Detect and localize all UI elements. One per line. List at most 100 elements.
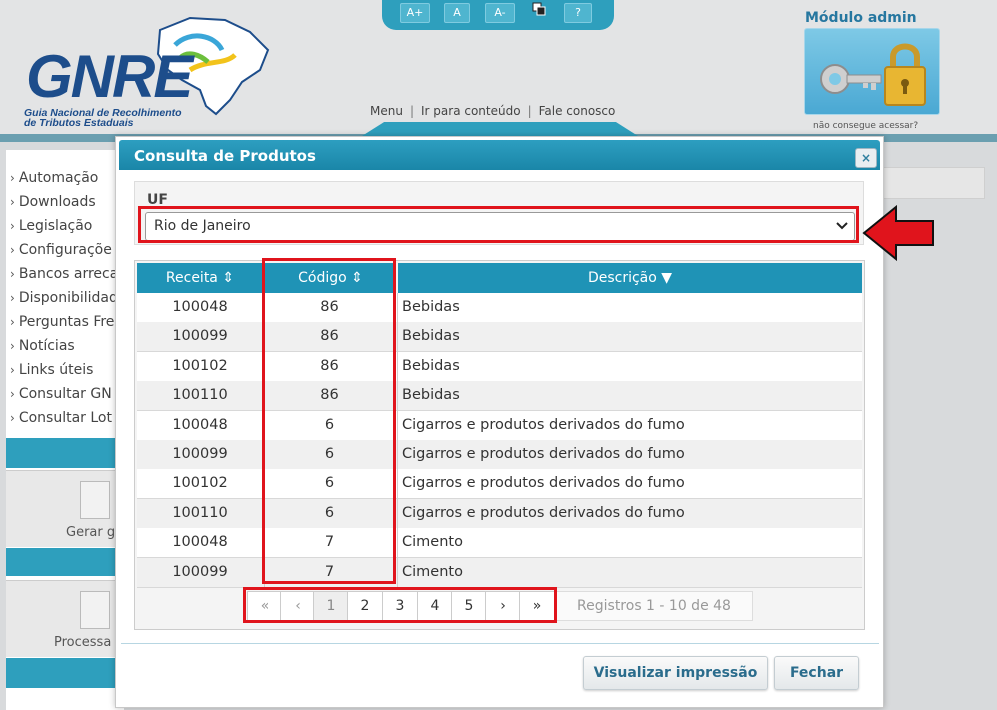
cell-descricao: Cigarros e produtos derivados do fumo	[402, 505, 685, 521]
cell-receita: 100102	[172, 358, 228, 374]
products-table: Receita ⇕ Código ⇕ Descrição ▼ 100048 86 B…	[134, 260, 865, 630]
header-tab-decoration	[362, 122, 638, 136]
chevron-right-icon: ›	[10, 171, 15, 185]
cell-receita: 100110	[172, 505, 228, 521]
dialog-header: Consulta de Produtos ×	[119, 140, 880, 170]
chevron-right-icon: ›	[10, 315, 15, 329]
cell-descricao: Cigarros e produtos derivados do fumo	[402, 417, 685, 433]
sort-desc-icon: ▼	[661, 270, 673, 286]
dialog-title: Consulta de Produtos	[134, 147, 316, 165]
print-preview-button[interactable]: Visualizar impressão	[583, 656, 768, 690]
sidebar-band	[6, 658, 124, 688]
gnre-logo[interactable]: GNRE Guia Nacional de Recolhimento de Tr…	[20, 10, 280, 135]
sidebar-item-legislacao[interactable]: › Legislação	[10, 218, 92, 234]
cell-descricao: Bebidas	[402, 328, 460, 344]
cell-receita: 100110	[172, 387, 228, 403]
column-header-label: Receita	[165, 270, 218, 286]
table-row[interactable]: 100110 6 Cigarros e produtos derivados do …	[137, 499, 862, 529]
table-row[interactable]: 100099 86 Bebidas	[137, 322, 862, 352]
highlight-pagination	[243, 587, 557, 623]
table-row[interactable]: 100099 6 Cigarros e produtos derivados do …	[137, 440, 862, 470]
admin-help-link[interactable]: não consegue acessar?	[813, 121, 918, 131]
close-icon[interactable]: ×	[855, 148, 877, 168]
sidebar-item-disponibilidade[interactable]: › Disponibilidad	[10, 290, 118, 306]
sidebar-item-automacao[interactable]: › Automação	[10, 170, 98, 186]
chevron-right-icon: ›	[10, 339, 15, 353]
close-button[interactable]: Fechar	[774, 656, 859, 690]
red-arrow-icon	[862, 205, 934, 261]
sidebar-item-bancos[interactable]: › Bancos arreca	[10, 266, 118, 282]
sidebar-item-downloads[interactable]: › Downloads	[10, 194, 96, 210]
table-row[interactable]: 100110 86 Bebidas	[137, 381, 862, 411]
increase-font-button[interactable]: A+	[400, 3, 430, 23]
contact-link[interactable]: Fale conosco	[539, 104, 616, 118]
sidebar-card-processar[interactable]: Processa	[6, 580, 124, 657]
sidebar-item-label: Legislação	[18, 218, 93, 234]
sidebar-item-label: Links úteis	[18, 362, 94, 378]
chevron-right-icon: ›	[10, 267, 15, 281]
cell-receita: 100048	[172, 417, 228, 433]
sidebar-item-label: Perguntas Fre	[18, 314, 115, 330]
sidebar-item-label: Notícias	[18, 338, 75, 354]
sidebar-band	[6, 548, 124, 576]
cell-descricao: Cigarros e produtos derivados do fumo	[402, 475, 685, 491]
sidebar-item-consultar-gnre[interactable]: › Consultar GN	[10, 386, 112, 402]
highlight-codigo-column	[262, 258, 396, 584]
table-row[interactable]: 100048 6 Cigarros e produtos derivados do …	[137, 411, 862, 441]
sidebar-card-gerar[interactable]: Gerar g	[6, 470, 124, 547]
cell-receita: 100099	[172, 328, 228, 344]
contrast-icon[interactable]	[532, 2, 546, 16]
chevron-right-icon: ›	[10, 243, 15, 257]
cell-receita: 100102	[172, 475, 228, 491]
cell-descricao: Bebidas	[402, 358, 460, 374]
content-bar	[880, 167, 985, 199]
column-header-receita[interactable]: Receita ⇕	[137, 263, 263, 293]
sidebar-item-links[interactable]: › Links úteis	[10, 362, 93, 378]
column-header-descricao[interactable]: Descrição ▼	[398, 263, 862, 293]
chevron-right-icon: ›	[10, 291, 15, 305]
table-row[interactable]: 100099 7 Cimento	[137, 558, 862, 588]
cell-receita: 100099	[172, 446, 228, 462]
help-button[interactable]: ?	[564, 3, 592, 23]
cell-receita: 100048	[172, 534, 228, 550]
logo-subtitle-line-2: de Tributos Estaduais	[24, 117, 134, 129]
table-row[interactable]: 100102 86 Bebidas	[137, 352, 862, 382]
cell-descricao: Cimento	[402, 564, 463, 580]
sidebar-item-label: Configuraçõe	[18, 242, 112, 258]
key-lock-icon	[820, 43, 926, 106]
menu-link[interactable]: Menu	[370, 104, 403, 118]
link-separator: |	[527, 104, 532, 118]
document-icon	[80, 481, 110, 519]
link-separator: |	[409, 104, 414, 118]
cell-receita: 100048	[172, 299, 228, 315]
sidebar-item-label: Disponibilidad	[18, 290, 118, 306]
sidebar-item-noticias[interactable]: › Notícias	[10, 338, 75, 354]
pagination-info: Registros 1 - 10 de 48	[555, 591, 753, 621]
sidebar: › Automação › Downloads › Legislação › Confi…	[6, 150, 124, 710]
admin-login-button[interactable]	[804, 28, 940, 115]
chevron-right-icon: ›	[10, 363, 15, 377]
sidebar-item-configuracoes[interactable]: › Configuraçõe	[10, 242, 112, 258]
decrease-font-button[interactable]: A-	[485, 3, 515, 23]
sort-icon: ⇕	[222, 270, 235, 286]
sidebar-item-label: Downloads	[18, 194, 96, 210]
sidebar-item-label: Bancos arreca	[18, 266, 119, 282]
table-row[interactable]: 100048 7 Cimento	[137, 528, 862, 558]
sidebar-card-label: Processa	[54, 635, 112, 650]
sidebar-card-label: Gerar g	[66, 525, 116, 540]
content-link[interactable]: Ir para conteúdo	[421, 104, 521, 118]
sidebar-item-perguntas[interactable]: › Perguntas Fre	[10, 314, 114, 330]
normal-font-button[interactable]: A	[444, 3, 470, 23]
sidebar-item-label: Automação	[18, 170, 99, 186]
highlight-uf-select	[138, 206, 859, 243]
admin-module-title: Módulo admin	[805, 10, 917, 26]
sidebar-band	[6, 438, 124, 468]
document-icon	[80, 591, 110, 629]
table-row[interactable]: 100102 6 Cigarros e produtos derivados do …	[137, 469, 862, 499]
table-row[interactable]: 100048 86 Bebidas	[137, 293, 862, 323]
top-links: Menu | Ir para conteúdo | Fale conosco	[370, 104, 615, 118]
column-header-label: Descrição	[587, 270, 657, 286]
sidebar-item-label: Consultar Lot	[18, 410, 112, 426]
sidebar-item-consultar-lote[interactable]: › Consultar Lot	[10, 410, 112, 426]
cell-descricao: Bebidas	[402, 387, 460, 403]
